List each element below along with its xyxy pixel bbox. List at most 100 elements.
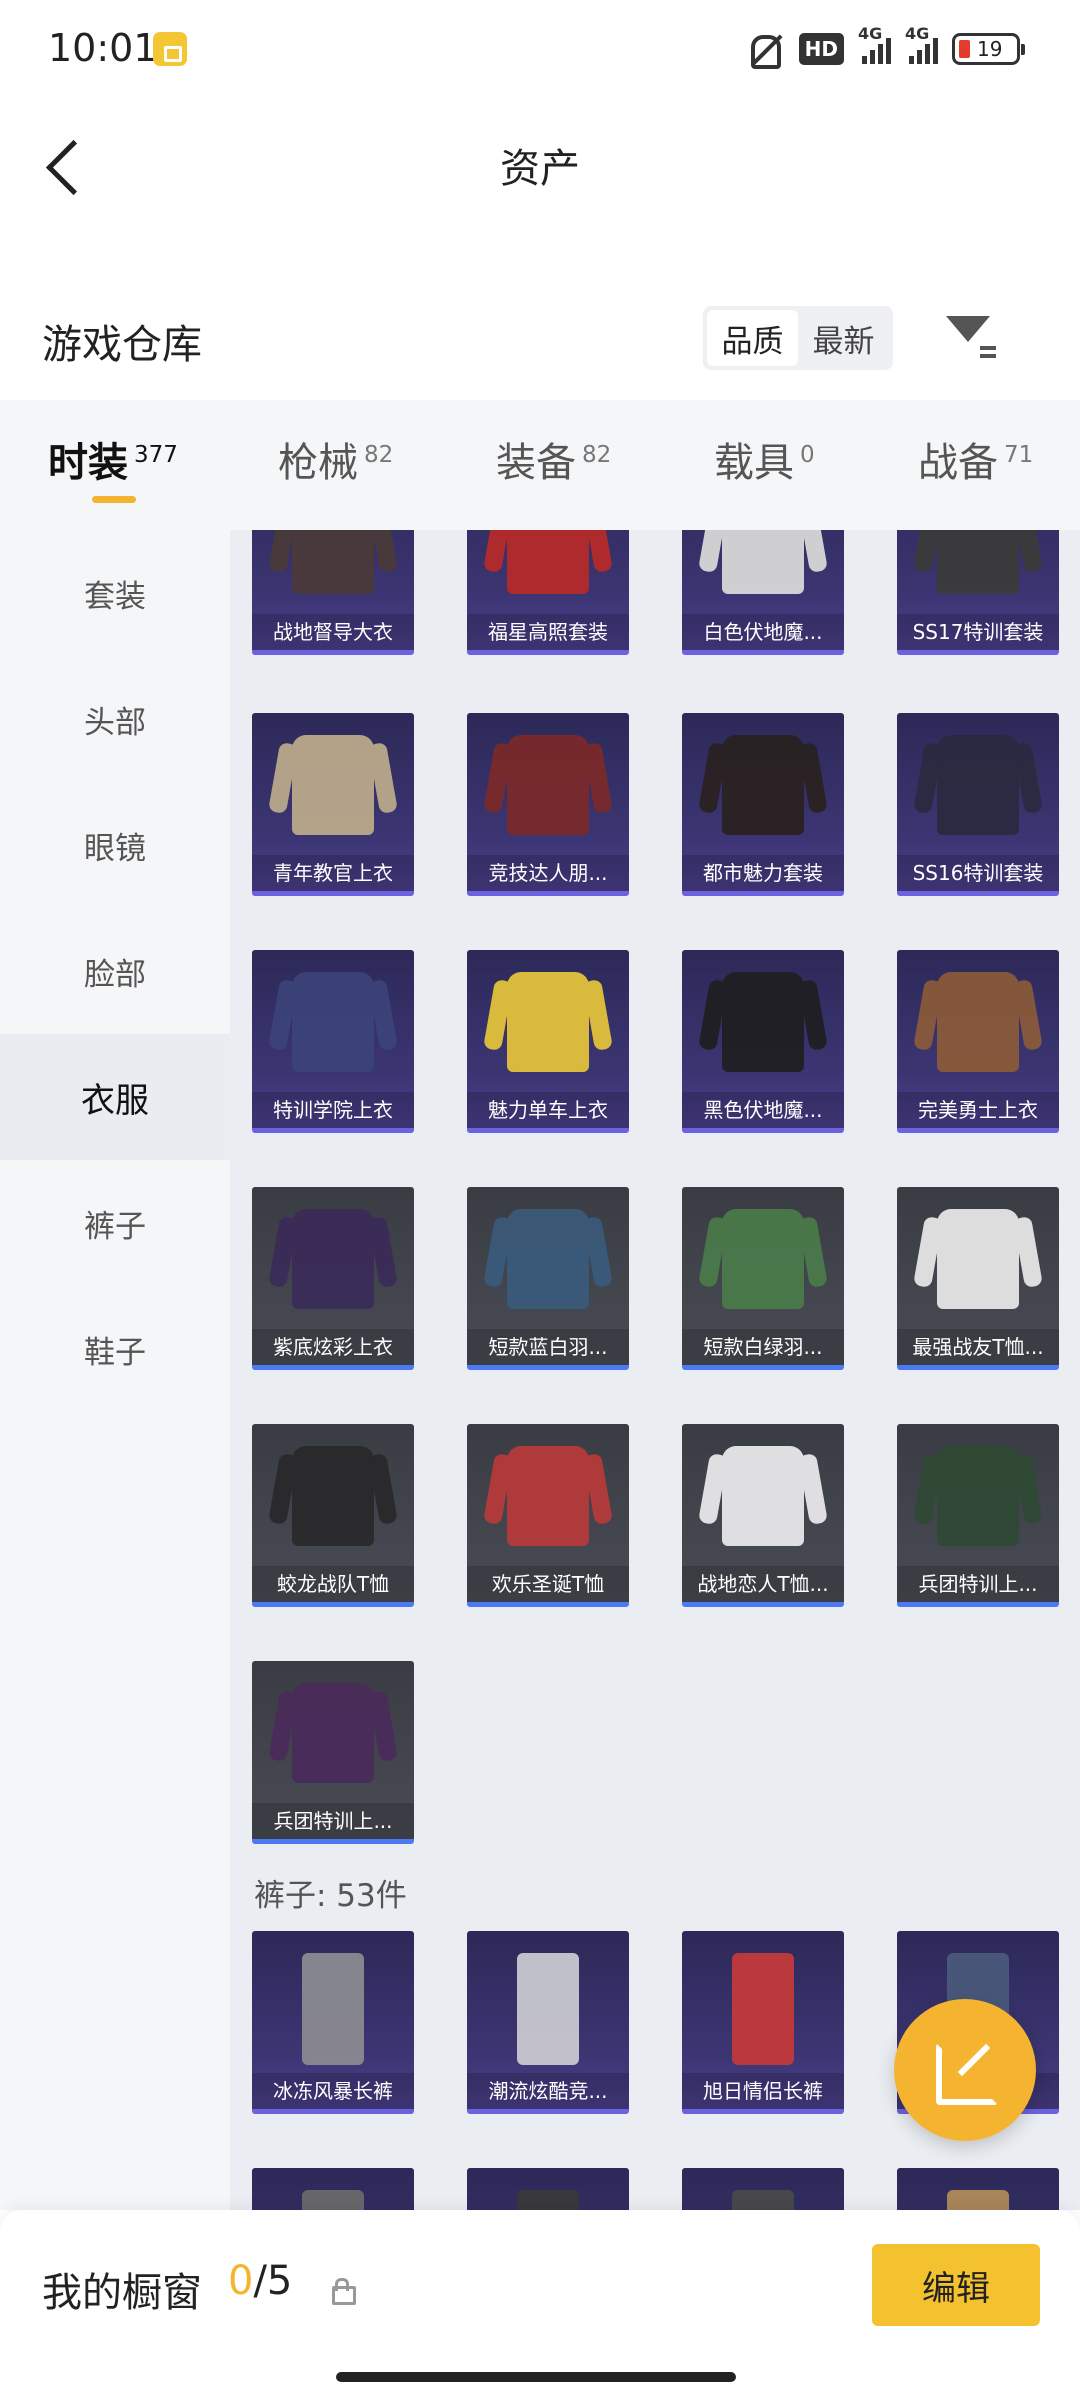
signal-icon-2: 4G (905, 24, 938, 64)
page-title: 资产 (500, 146, 580, 192)
item-card[interactable] (467, 2168, 629, 2210)
item-name: 白色伏地魔... (682, 614, 844, 650)
item-card[interactable]: 黑色伏地魔... (682, 950, 844, 1133)
item-card[interactable] (682, 2168, 844, 2210)
item-card[interactable]: 冰冻风暴长裤 (252, 1931, 414, 2114)
item-card[interactable]: 福星高照套装 (467, 530, 629, 655)
sort-newest-button[interactable]: 最新 (798, 310, 889, 366)
item-name: 紫底炫彩上衣 (252, 1329, 414, 1365)
pants-section-label: 裤子: 53件 (254, 1878, 407, 1914)
sort-toggle: 品质 最新 (703, 306, 893, 370)
item-card[interactable]: 兵团特训上... (897, 1424, 1059, 1607)
tab-count: 377 (134, 441, 178, 468)
sidebar-item-face[interactable]: 脸部 (0, 908, 230, 1034)
tab-label: 时装 (48, 440, 128, 486)
sort-quality-button[interactable]: 品质 (707, 310, 798, 366)
tab-fashion[interactable]: 时装 377 (48, 430, 178, 488)
pants-image (732, 2190, 794, 2210)
clothing-image (292, 1446, 374, 1546)
item-name: 福星高照套装 (467, 614, 629, 650)
item-card[interactable]: 兵团特训上... (252, 1661, 414, 1844)
item-card[interactable]: 最强战友T恤... (897, 1187, 1059, 1370)
clothing-image (937, 1209, 1019, 1309)
item-card[interactable]: 完美勇士上衣 (897, 950, 1059, 1133)
item-card[interactable]: SS17特训套装 (897, 530, 1059, 655)
share-button[interactable] (894, 1999, 1036, 2141)
showcase-current: 0 (228, 2258, 254, 2304)
sidebar-item-outfit[interactable]: 套装 (0, 530, 230, 656)
sidebar-item-shoes[interactable]: 鞋子 (0, 1286, 230, 1412)
clothing-image (722, 972, 804, 1072)
clothing-image (507, 972, 589, 1072)
active-tab-indicator (92, 496, 136, 503)
item-name: 短款白绿羽... (682, 1329, 844, 1365)
pants-image (302, 2190, 364, 2210)
pants-image (947, 2190, 1009, 2210)
category-tabs: 时装 377 枪械 82 装备 82 载具 0 战备 71 (0, 400, 1080, 530)
pants-image (517, 2190, 579, 2210)
tab-guns[interactable]: 枪械 82 (278, 430, 393, 488)
item-name: 都市魅力套装 (682, 855, 844, 891)
edit-button[interactable]: 编辑 (872, 2244, 1040, 2326)
status-icons: HD 4G 4G 19 (745, 24, 1025, 70)
item-grid: 裤子: 53件 战地督导大衣 福星高照套装 白色伏地魔... SS17特训套装青年教官… (230, 530, 1080, 2210)
item-card[interactable]: 潮流炫酷竞... (467, 1931, 629, 2114)
item-name: 兵团特训上... (252, 1803, 414, 1839)
item-card[interactable]: 旭日情侣长裤 (682, 1931, 844, 2114)
tab-label: 载具 (714, 440, 794, 486)
tab-label: 战备 (918, 440, 998, 486)
status-time: 10:01 (48, 26, 158, 70)
battery-icon: 19 (952, 33, 1025, 65)
clothing-image (292, 972, 374, 1072)
item-card[interactable]: 都市魅力套装 (682, 713, 844, 896)
item-card[interactable]: 白色伏地魔... (682, 530, 844, 655)
clothing-image (937, 1446, 1019, 1546)
sidebar-item-head[interactable]: 头部 (0, 656, 230, 782)
item-name: 特训学院上衣 (252, 1092, 414, 1128)
item-card[interactable]: 欢乐圣诞T恤 (467, 1424, 629, 1607)
lock-icon (330, 2278, 356, 2305)
pants-image (732, 1953, 794, 2065)
sidebar-item-pants[interactable]: 裤子 (0, 1160, 230, 1286)
sidebar-item-clothes[interactable]: 衣服 (0, 1034, 230, 1160)
clothing-image (507, 1209, 589, 1309)
app-lock-icon (153, 32, 187, 66)
item-card[interactable]: 战地恋人T恤... (682, 1424, 844, 1607)
sidebar-item-glasses[interactable]: 眼镜 (0, 782, 230, 908)
item-card[interactable]: 紫底炫彩上衣 (252, 1187, 414, 1370)
item-card[interactable] (897, 2168, 1059, 2210)
tab-vehicles[interactable]: 载具 0 (714, 430, 815, 488)
tab-supplies[interactable]: 战备 71 (918, 430, 1033, 488)
item-card[interactable]: 竞技达人朋... (467, 713, 629, 896)
item-card[interactable]: 特训学院上衣 (252, 950, 414, 1133)
item-name: 完美勇士上衣 (897, 1092, 1059, 1128)
clothing-image (507, 735, 589, 835)
item-card[interactable]: SS16特训套装 (897, 713, 1059, 896)
item-card[interactable]: 青年教官上衣 (252, 713, 414, 896)
signal-icon: 4G (858, 24, 891, 64)
item-name: 潮流炫酷竞... (467, 2073, 629, 2109)
clothing-image (937, 530, 1019, 594)
sub-category-sidebar: 套装 头部 眼镜 脸部 衣服 裤子 鞋子 (0, 530, 230, 2210)
filter-icon[interactable] (944, 312, 1000, 368)
item-card[interactable]: 魅力单车上衣 (467, 950, 629, 1133)
item-name: 蛟龙战队T恤 (252, 1566, 414, 1602)
item-card[interactable]: 蛟龙战队T恤 (252, 1424, 414, 1607)
pants-image (517, 1953, 579, 2065)
showcase-count: 0/5 (228, 2258, 292, 2304)
item-card[interactable]: 短款白绿羽... (682, 1187, 844, 1370)
item-card[interactable] (252, 2168, 414, 2210)
clothing-image (292, 530, 374, 594)
item-card[interactable]: 战地督导大衣 (252, 530, 414, 655)
battery-level: 19 (977, 37, 1003, 61)
item-name: 战地督导大衣 (252, 614, 414, 650)
item-name: 旭日情侣长裤 (682, 2073, 844, 2109)
item-name: 短款蓝白羽... (467, 1329, 629, 1365)
showcase-total: /5 (253, 2258, 293, 2304)
tab-equipment[interactable]: 装备 82 (496, 430, 611, 488)
tab-count: 0 (800, 441, 815, 468)
clothing-image (722, 1209, 804, 1309)
item-name: SS17特训套装 (897, 614, 1059, 650)
clothing-image (937, 735, 1019, 835)
item-card[interactable]: 短款蓝白羽... (467, 1187, 629, 1370)
